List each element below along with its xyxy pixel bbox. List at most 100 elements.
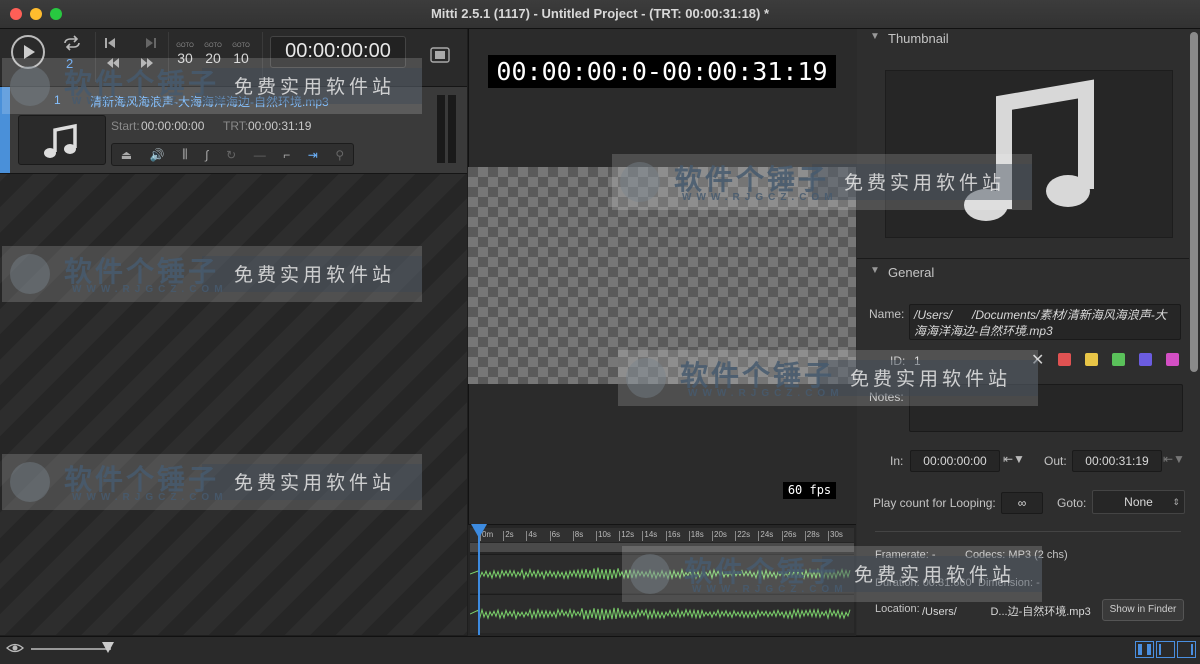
cue-thumbnail — [18, 115, 106, 165]
location-label: Location: — [875, 603, 920, 615]
cue-controls: ⏏ 🔊 ⫼ ∫ ↻ — ⌐ ⇥ ⚲ — [111, 143, 354, 166]
out-field[interactable]: 00:00:31:19 — [1072, 450, 1162, 472]
timeline-tick-label: 6s — [551, 530, 561, 539]
layout-left-icon[interactable] — [1135, 641, 1154, 658]
watermark: 软件个锤子 WWW.RJGCZ.COM 免费实用软件站 — [2, 454, 422, 510]
layout-center-icon[interactable] — [1156, 641, 1175, 658]
timeline-tick-line — [688, 531, 690, 541]
timeline-tick-label: 18s — [690, 530, 704, 539]
cue-start-value: 00:00:00:00 — [141, 119, 205, 133]
loop-button[interactable] — [60, 34, 84, 52]
watermark-en-text: WWW.RJGCZ.COM — [72, 492, 228, 503]
fade-in-cut-icon[interactable]: ⫼ — [182, 147, 188, 162]
eject-icon[interactable]: ⏏ — [121, 148, 132, 162]
pin-icon[interactable]: ⚲ — [335, 148, 344, 162]
timeline-tick-label: 16s — [667, 530, 681, 539]
timeline-tick-line — [642, 531, 644, 541]
watermark-slogan: 免费实用软件站 — [234, 265, 396, 286]
layout-right-icon[interactable] — [1177, 641, 1196, 658]
timeline-tick-line — [503, 531, 505, 541]
set-out-icon[interactable]: ⇤▼ — [1163, 452, 1185, 466]
timeline-tick-label: 20s — [714, 530, 727, 539]
fullscreen-button[interactable] — [430, 47, 450, 68]
eye-icon[interactable] — [6, 641, 24, 660]
previous-cue-button[interactable] — [103, 36, 117, 53]
timeline-tick-line — [619, 531, 621, 541]
fullscreen-icon — [430, 47, 450, 63]
goto-select-value: None — [1124, 495, 1153, 509]
disclosure-general-icon[interactable]: ▼ — [870, 265, 880, 276]
cue-trt-label: TRT: — [223, 119, 249, 133]
cue-start-label: Start: — [111, 119, 140, 133]
in-field[interactable]: 00:00:00:00 — [910, 450, 1000, 472]
goto-20-label: GOTO — [204, 43, 222, 49]
bottom-bar — [0, 636, 1200, 664]
thumbnail-header: Thumbnail — [888, 31, 949, 46]
opacity-slider-thumb[interactable] — [102, 642, 114, 653]
watermark-en-text: WWW.RJGCZ.COM — [72, 96, 228, 107]
timeline-tick-line — [758, 531, 760, 541]
timeline-tick-line — [781, 531, 783, 541]
timeline-tick-line — [526, 531, 528, 541]
goto-select[interactable]: None ⇕ — [1092, 490, 1185, 514]
fade-in-icon[interactable]: ⇥ — [308, 148, 318, 162]
timeline-tick-label: 14s — [644, 530, 658, 539]
color-swatch-magenta[interactable] — [1166, 353, 1179, 366]
next-cue-button[interactable] — [144, 36, 158, 53]
timeline-tick-label: 12s — [621, 530, 635, 539]
section-divider — [875, 531, 1181, 532]
timeline-tick-label: 28s — [806, 530, 820, 539]
watermark-slogan: 免费实用软件站 — [234, 473, 396, 494]
fade-out-icon[interactable]: ⌐ — [283, 148, 290, 162]
watermark-en-text: WWW.RJGCZ.COM — [72, 284, 228, 295]
out-label: Out: — [1044, 454, 1067, 468]
timeline-tick-line — [712, 531, 713, 541]
timeline-tick-line — [828, 531, 829, 541]
dash-icon[interactable]: — — [254, 148, 266, 162]
watermark-slogan: 免费实用软件站 — [844, 173, 1006, 194]
loop-cue-icon[interactable]: ↻ — [226, 148, 236, 162]
skip-back-icon — [105, 38, 115, 48]
playhead-handle[interactable] — [471, 524, 487, 538]
inspector-scrollbar[interactable] — [1190, 32, 1198, 372]
skip-forward-icon — [146, 38, 156, 48]
name-field[interactable]: /Users/ /Documents/素材/清新海风海浪声-大海海洋海边-自然环… — [909, 304, 1181, 340]
music-note-icon — [44, 123, 77, 158]
show-in-finder-button[interactable]: Show in Finder — [1102, 599, 1184, 621]
watermark: 软件个锤子 WWW.RJGCZ.COM 免费实用软件站 — [2, 58, 422, 114]
level-meter-left — [437, 95, 445, 163]
timeline-tick-label: 4s — [528, 530, 537, 539]
watermark-logo-icon — [10, 66, 50, 106]
watermark: 软件个锤子 WWW.RJGCZ.COM 免费实用软件站 — [618, 350, 1038, 406]
color-swatch-green[interactable] — [1112, 353, 1125, 366]
opacity-slider-track[interactable] — [31, 648, 111, 650]
location-value: /Users/ D...边-自然环境.mp3 — [922, 606, 1091, 618]
watermark: 软件个锤子 WWW.RJGCZ.COM 免费实用软件站 — [2, 246, 422, 302]
level-meter-right — [448, 95, 456, 163]
goto-30-label: GOTO — [176, 43, 194, 49]
watermark-logo-icon — [626, 358, 666, 398]
timeline-tick-label: 22s — [737, 530, 751, 539]
watermark-slogan: 免费实用软件站 — [234, 77, 396, 98]
fade-curve-icon[interactable]: ∫ — [205, 148, 208, 162]
set-in-icon[interactable]: ⇤▼ — [1003, 452, 1025, 466]
volume-icon[interactable]: 🔊 — [150, 148, 165, 162]
goto-label: Goto: — [1057, 496, 1087, 510]
disclosure-thumbnail-icon[interactable]: ▼ — [870, 31, 880, 42]
name-label: Name: — [869, 307, 905, 321]
loop-count-field[interactable]: ∞ — [1001, 492, 1043, 514]
fps-badge: 60 fps — [783, 482, 836, 499]
watermark-slogan: 免费实用软件站 — [854, 565, 1016, 586]
playhead[interactable] — [478, 532, 480, 635]
timeline-tick-line — [665, 531, 667, 541]
window-title: Mitti 2.5.1 (1117) - Untitled Project - … — [430, 6, 770, 21]
preview-timecode: 00:00:00:0-00:00:31:19 — [488, 55, 836, 88]
watermark: 软件个锤子 WWW.RJGCZ.COM 免费实用软件站 — [622, 546, 1042, 602]
timeline-tick-line — [804, 531, 806, 541]
color-swatch-red[interactable] — [1058, 353, 1071, 366]
timeline-tick-line — [572, 531, 574, 541]
color-swatch-yellow[interactable] — [1085, 353, 1098, 366]
color-swatch-purple[interactable] — [1139, 353, 1152, 366]
timeline-tick-label: 26s — [783, 530, 797, 539]
timeline-tick-line — [735, 531, 737, 541]
